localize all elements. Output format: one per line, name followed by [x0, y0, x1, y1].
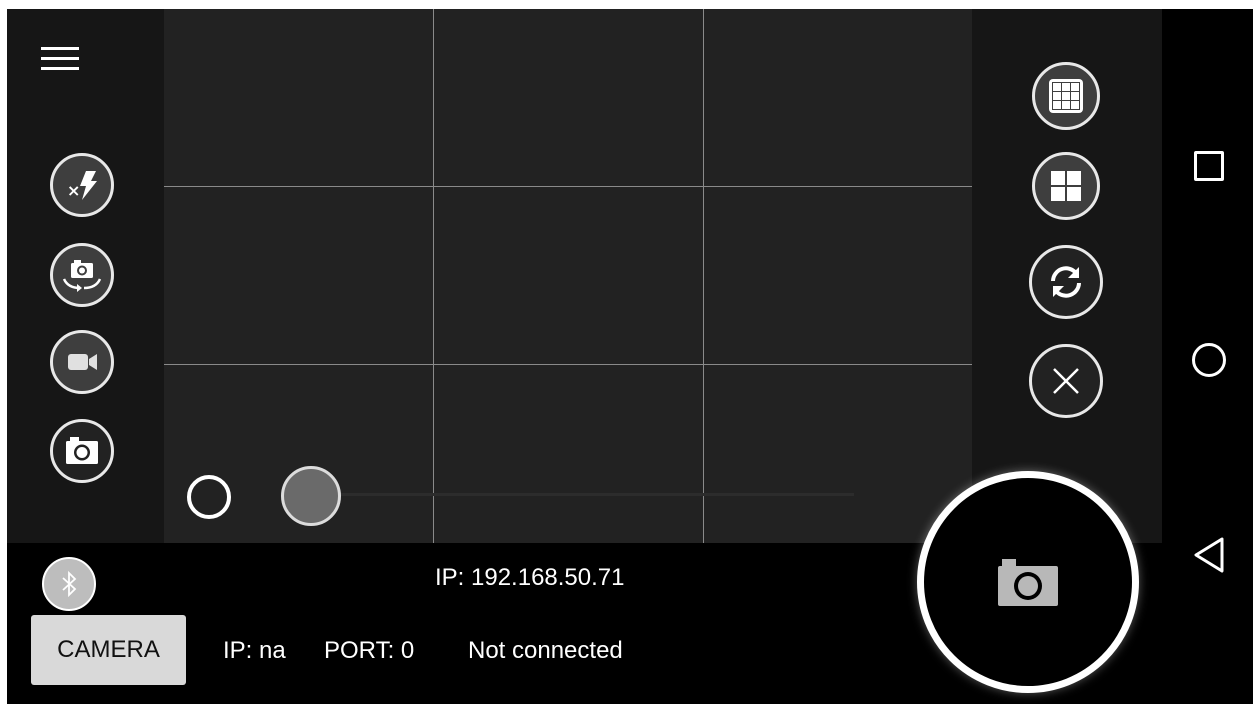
video-camera-icon	[68, 354, 97, 370]
grid-2x2-icon	[1051, 171, 1081, 201]
recent-apps-icon[interactable]	[1194, 151, 1224, 181]
viewfinder[interactable]	[164, 9, 972, 543]
grid-2x2-button[interactable]	[1032, 152, 1100, 220]
camera-button[interactable]: CAMERA	[31, 615, 186, 685]
grid-line-horizontal-1	[164, 186, 972, 187]
bluetooth-button[interactable]	[42, 557, 96, 611]
connection-status: Not connected	[468, 637, 623, 664]
port-label: PORT: 0	[324, 637, 415, 664]
switch-camera-button[interactable]	[50, 243, 114, 307]
system-nav-bar	[1162, 9, 1253, 704]
flash-off-icon: ×	[67, 171, 97, 200]
camera-app-screen: × IP: 192.168.50.71 CAMERA IP: na PORT: …	[7, 9, 1253, 704]
close-icon	[1053, 368, 1079, 394]
slider-knob-icon[interactable]	[281, 466, 341, 526]
refresh-icon	[1051, 266, 1081, 298]
ip-address-top: IP: 192.168.50.71	[435, 564, 625, 591]
grid-line-vertical-2	[703, 9, 704, 543]
video-mode-button[interactable]	[50, 330, 114, 394]
grid-line-vertical-1	[433, 9, 434, 543]
shutter-button[interactable]	[917, 471, 1139, 693]
home-icon[interactable]	[1192, 343, 1226, 377]
grid-3x3-button[interactable]	[1032, 62, 1100, 130]
grid-3x3-icon	[1049, 79, 1083, 113]
svg-text:×: ×	[67, 181, 80, 200]
right-toolbar	[972, 9, 1162, 543]
bluetooth-icon	[62, 570, 77, 598]
left-toolbar: ×	[7, 9, 164, 543]
radio-circle-icon[interactable]	[187, 475, 231, 519]
flash-off-button[interactable]: ×	[50, 153, 114, 217]
photo-mode-button[interactable]	[50, 419, 114, 483]
grid-line-horizontal-2	[164, 364, 972, 365]
mode-slider-track[interactable]	[304, 493, 854, 496]
ip-label: IP: na	[223, 637, 286, 664]
back-icon[interactable]	[1192, 536, 1226, 574]
switch-camera-icon	[62, 260, 102, 292]
refresh-button[interactable]	[1029, 245, 1103, 319]
camera-icon	[998, 559, 1058, 606]
close-button[interactable]	[1029, 344, 1103, 418]
photo-camera-icon	[66, 437, 98, 464]
hamburger-menu-icon[interactable]	[41, 47, 79, 71]
